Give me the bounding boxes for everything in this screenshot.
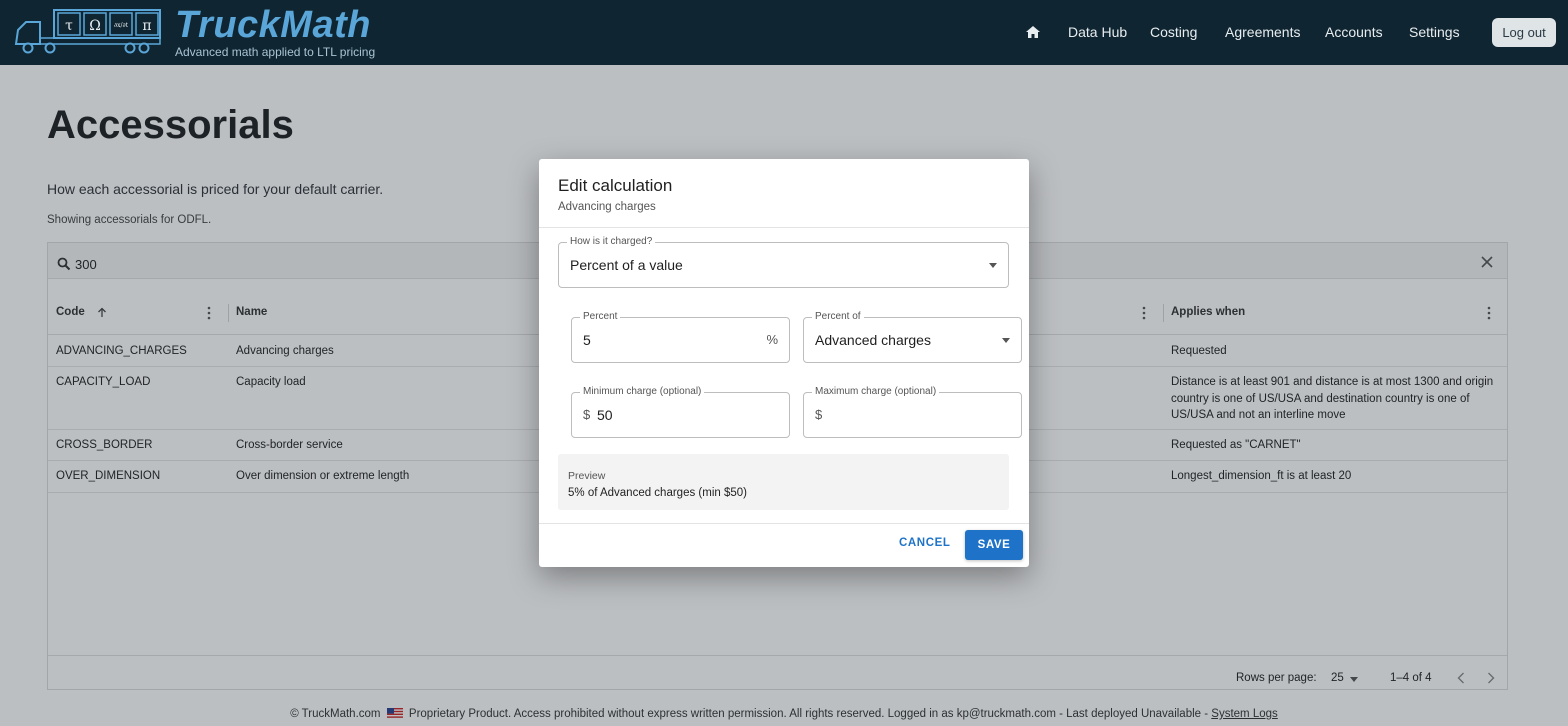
logo-symbol-pi: π [142,18,151,34]
minimum-charge-field[interactable]: Minimum charge (optional) $ 50 [571,386,790,438]
percent-of-value: Advanced charges [815,332,931,348]
nav-costing[interactable]: Costing [1150,24,1197,40]
charge-method-label: How is it charged? [567,236,656,248]
maximum-charge-label: Maximum charge (optional) [812,386,940,398]
logo-symbol-partial: ∂x/∂t [114,22,129,29]
percent-of-label: Percent of [812,311,864,323]
nav-settings[interactable]: Settings [1409,24,1460,40]
preview-text: 5% of Advanced charges (min $50) [568,487,747,499]
minimum-charge-input[interactable]: 50 [597,407,613,423]
percent-suffix: % [766,332,778,347]
brand-tagline: Advanced math applied to LTL pricing [175,45,376,59]
chevron-down-icon[interactable] [1002,338,1010,343]
save-button[interactable]: SAVE [965,530,1023,560]
divider [539,227,1029,228]
truck-logo-icon[interactable]: τ Ω ∂x/∂t π [12,8,162,56]
chevron-down-icon[interactable] [989,263,997,268]
divider [539,523,1029,524]
currency-prefix: $ [583,407,591,422]
percent-label: Percent [580,311,621,323]
currency-prefix: $ [815,407,823,422]
cancel-button[interactable]: CANCEL [899,537,951,549]
calculation-preview: Preview 5% of Advanced charges (min $50) [558,454,1009,510]
top-navigation-bar: τ Ω ∂x/∂t π TruckMath Advanced math appl… [0,0,1568,65]
dialog-title: Edit calculation [558,176,673,195]
logout-button[interactable]: Log out [1492,18,1556,47]
percent-of-select[interactable]: Percent of Advanced charges [803,311,1022,363]
home-icon[interactable] [1025,25,1041,39]
percent-field[interactable]: Percent 5 % [571,311,790,363]
maximum-charge-field[interactable]: Maximum charge (optional) $ [803,386,1022,438]
percent-input[interactable]: 5 [583,332,591,348]
preview-label: Preview [568,470,606,482]
nav-agreements[interactable]: Agreements [1225,24,1300,40]
logo-symbol-omega: Ω [89,18,101,34]
edit-calculation-dialog: Edit calculation Advancing charges How i… [539,159,1029,567]
charge-method-select[interactable]: How is it charged? Percent of a value [558,236,1009,288]
brand-name: TruckMath [175,4,371,46]
logo-symbol-tau: τ [65,18,73,34]
minimum-charge-label: Minimum charge (optional) [580,386,705,398]
nav-accounts[interactable]: Accounts [1325,24,1383,40]
brand[interactable]: TruckMath Advanced math applied to LTL p… [175,4,375,58]
nav-data-hub[interactable]: Data Hub [1068,24,1127,40]
dialog-subtitle: Advancing charges [558,201,656,213]
charge-method-value: Percent of a value [570,257,683,273]
